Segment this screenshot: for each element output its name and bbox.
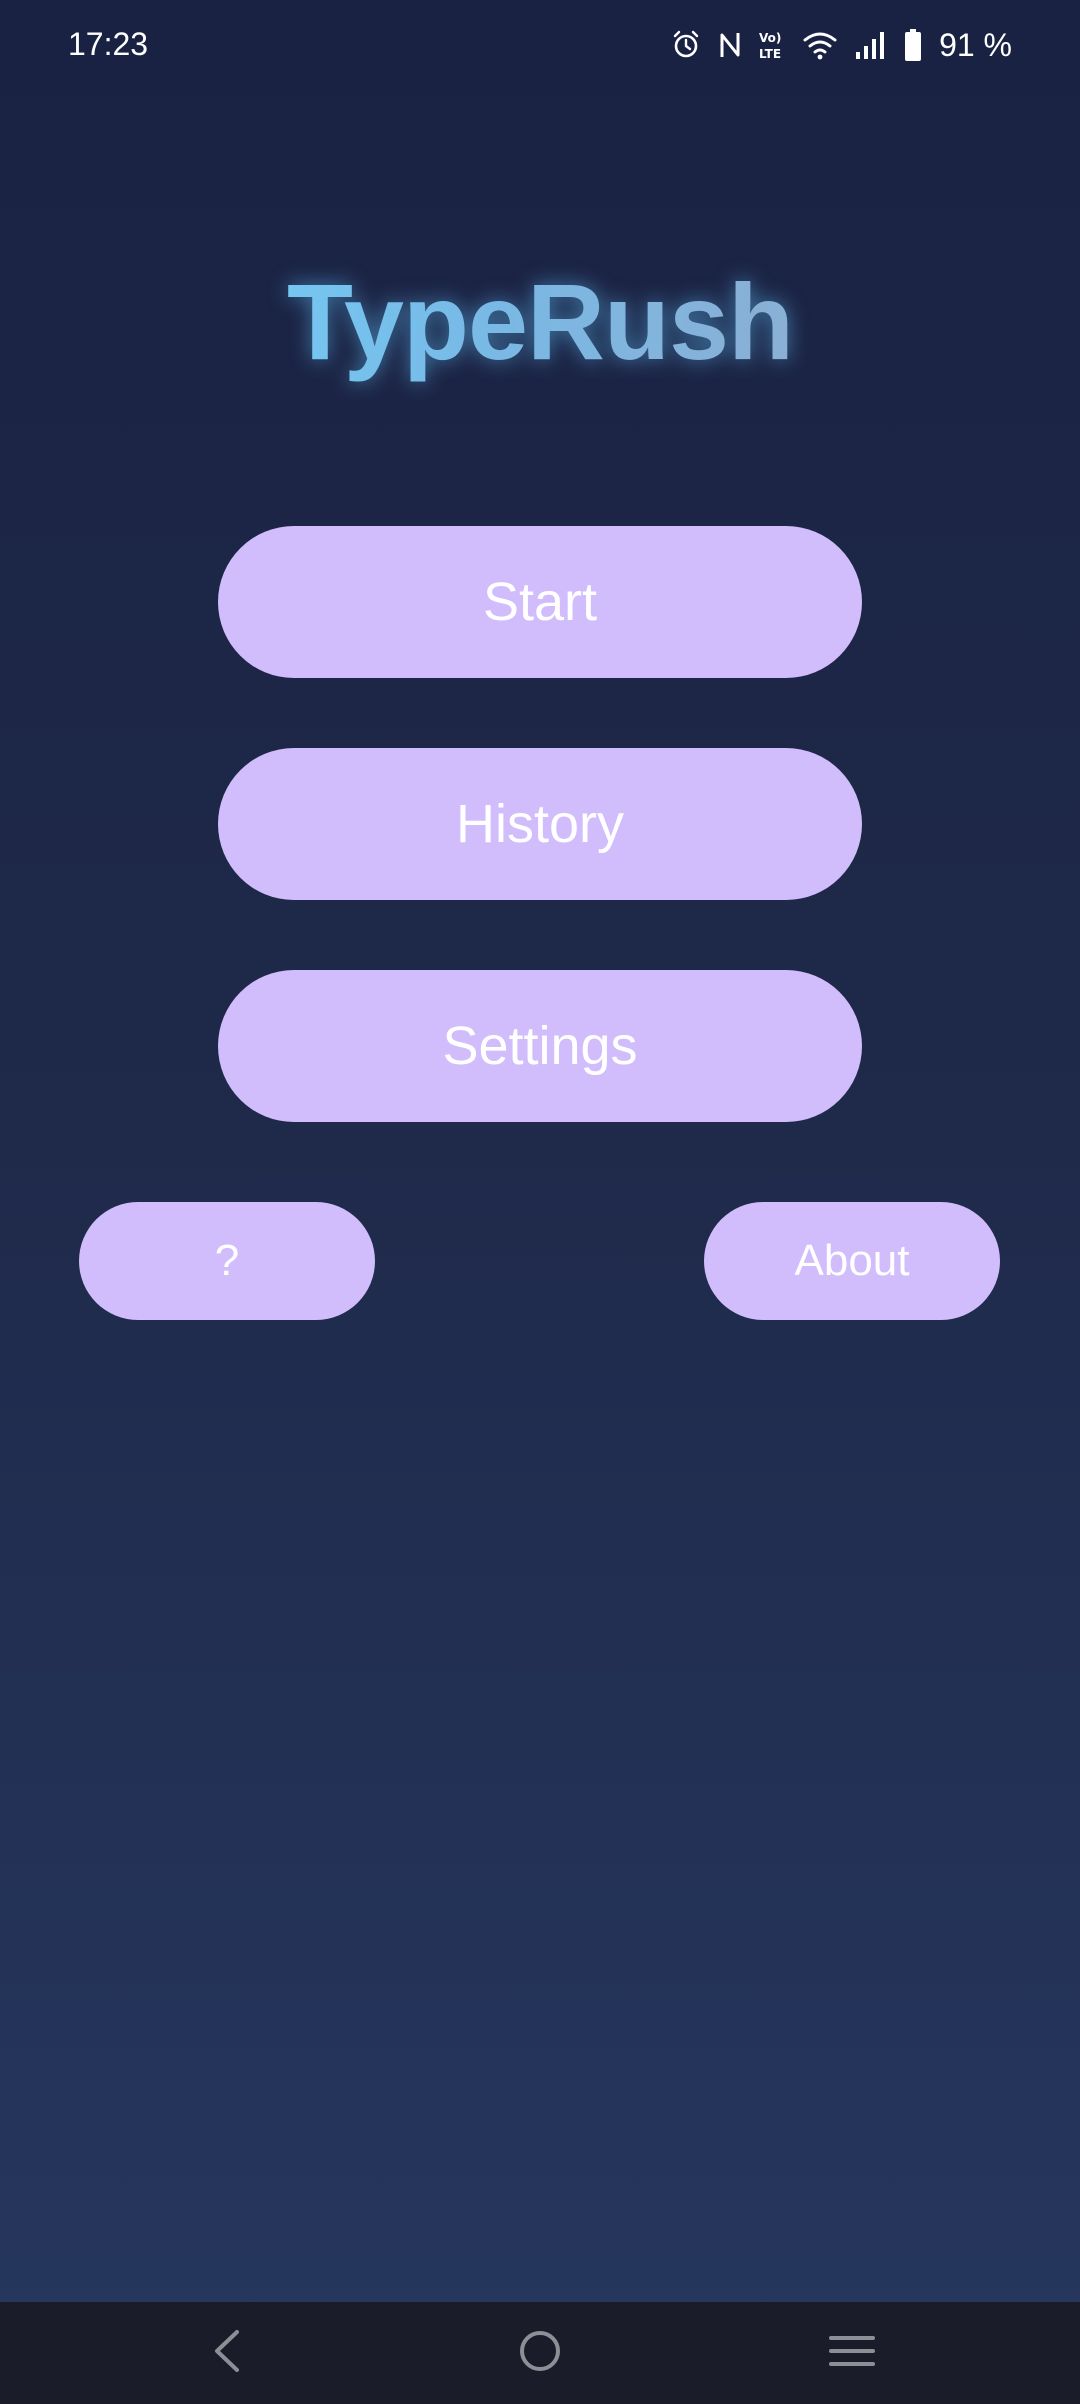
svg-text:Vo): Vo) (759, 31, 781, 45)
alarm-icon (671, 30, 701, 60)
battery-icon (905, 29, 922, 61)
home-button[interactable] (470, 2302, 610, 2404)
status-icons: Vo) LTE 91 % (671, 24, 1012, 66)
app-title: TypeRush (0, 262, 1080, 382)
back-button[interactable] (157, 2302, 297, 2404)
status-bar: 17:23 Vo) LTE 91 % (0, 0, 1080, 90)
signal-icon (855, 30, 887, 60)
status-time: 17:23 (68, 26, 149, 62)
recents-icon (829, 2333, 875, 2374)
help-button[interactable]: ? (79, 1202, 375, 1320)
navigation-bar (0, 2302, 1080, 2404)
back-icon (211, 2328, 243, 2379)
battery-percentage: 91 % (939, 27, 1012, 63)
history-button[interactable]: History (218, 748, 862, 900)
wifi-icon (803, 30, 837, 60)
recents-button[interactable] (782, 2302, 922, 2404)
nfc-icon (719, 30, 741, 60)
settings-button[interactable]: Settings (218, 970, 862, 1122)
home-icon (517, 2328, 563, 2379)
volte-icon: Vo) LTE (759, 29, 785, 61)
start-button[interactable]: Start (218, 526, 862, 678)
svg-text:LTE: LTE (759, 47, 781, 61)
about-button[interactable]: About (704, 1202, 1000, 1320)
